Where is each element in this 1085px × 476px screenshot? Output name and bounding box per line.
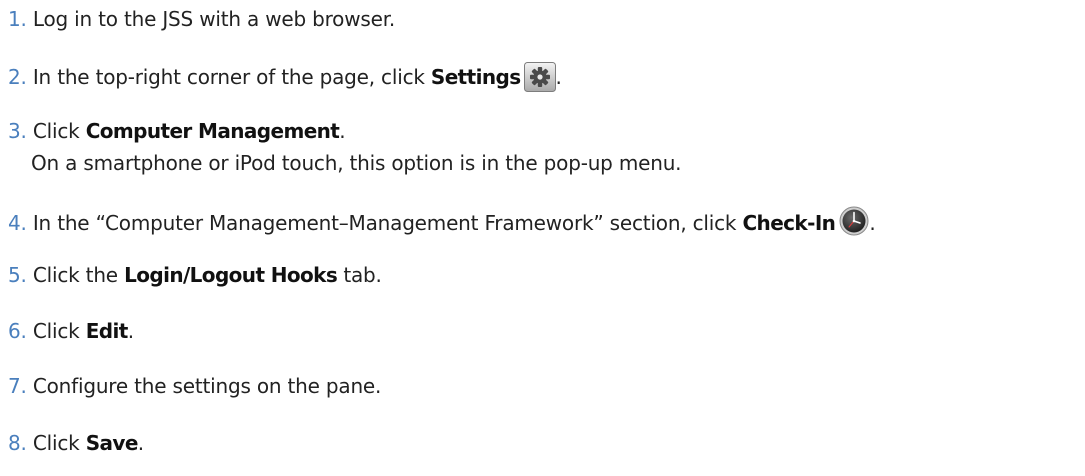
save-label: Save <box>85 431 139 455</box>
login-logout-hooks-label: Login/Logout Hooks <box>124 263 338 287</box>
step-text: . <box>137 431 144 455</box>
step-5: 5. Click the Login/Logout Hooks tab. <box>8 262 382 288</box>
step-6: 6. Click Edit. <box>8 318 134 344</box>
step-number: 3. <box>8 119 27 143</box>
step-number: 2. <box>8 65 27 89</box>
step-8: 8. Click Save. <box>8 430 144 456</box>
step-text: In the “Computer Management–Management F… <box>32 211 743 235</box>
step-text: . <box>127 319 134 343</box>
step-number: 5. <box>8 263 27 287</box>
step-text: In the top-right corner of the page, cli… <box>32 65 431 89</box>
step-text: Click <box>32 119 86 143</box>
step-7: 7. Configure the settings on the pane. <box>8 373 381 399</box>
step-text: Configure the settings on the pane. <box>32 374 382 398</box>
step-number: 1. <box>8 7 27 31</box>
computer-management-label: Computer Management <box>85 119 340 143</box>
gear-icon <box>523 62 556 92</box>
edit-label: Edit <box>85 319 129 343</box>
step-number: 8. <box>8 431 27 455</box>
step-number: 6. <box>8 319 27 343</box>
clock-icon <box>839 206 869 236</box>
step-4: 4. In the “Computer Management–Managemen… <box>8 206 876 236</box>
settings-label: Settings <box>430 65 521 89</box>
step-1: 1. Log in to the JSS with a web browser. <box>8 6 395 32</box>
check-in-label: Check-In <box>742 211 836 235</box>
step-text: Click the <box>32 263 125 287</box>
step-number: 7. <box>8 374 27 398</box>
step-text: . <box>555 65 562 89</box>
step-2: 2. In the top-right corner of the page, … <box>8 62 562 92</box>
step-note: On a smartphone or iPod touch, this opti… <box>31 151 682 175</box>
step-text: Click <box>32 319 86 343</box>
step-text: Click <box>32 431 86 455</box>
step-text: tab. <box>337 263 382 287</box>
step-text: . <box>869 211 876 235</box>
step-3: 3. Click Computer Management. On a smart… <box>8 118 682 176</box>
step-number: 4. <box>8 211 27 235</box>
step-text: . <box>339 119 346 143</box>
step-text: Log in to the JSS with a web browser. <box>32 7 396 31</box>
